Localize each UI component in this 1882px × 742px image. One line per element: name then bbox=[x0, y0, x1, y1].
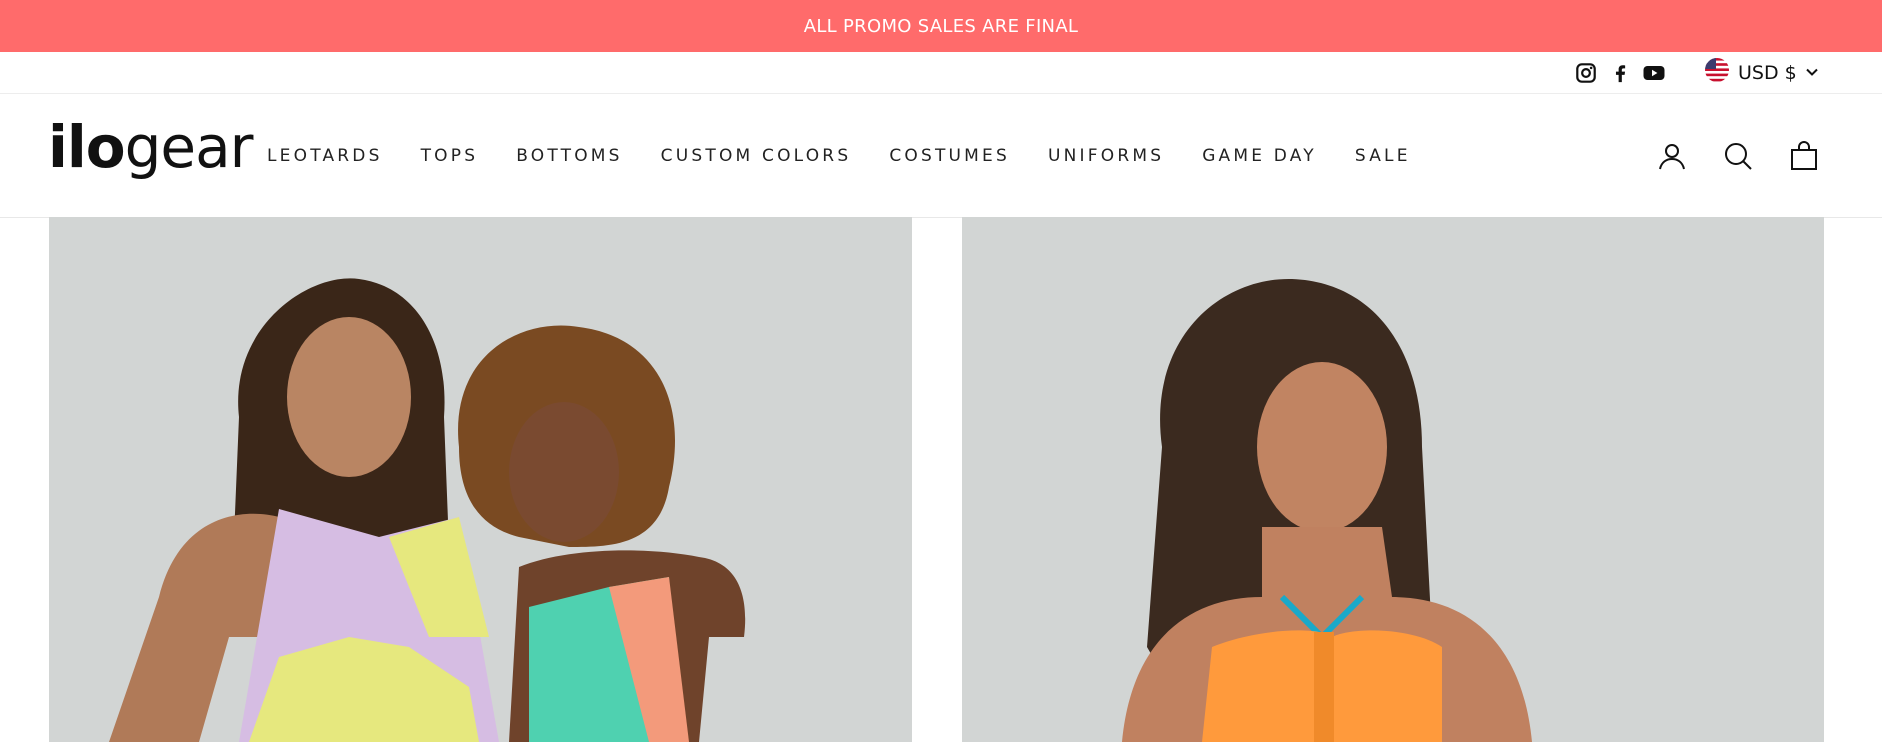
nav-item-costumes[interactable]: COSTUMES bbox=[889, 146, 1010, 166]
logo-part-ilo: ilo bbox=[48, 113, 126, 181]
main-nav: LEOTARDS TOPS BOTTOMS CUSTOM COLORS COST… bbox=[267, 94, 1411, 217]
nav-item-sale[interactable]: SALE bbox=[1355, 146, 1411, 166]
utility-bar: USD $ bbox=[0, 52, 1882, 94]
product-image-orange-halter[interactable] bbox=[962, 217, 1824, 742]
promo-banner: ALL PROMO SALES ARE FINAL bbox=[0, 0, 1882, 52]
product-grid bbox=[49, 217, 1824, 742]
instagram-icon[interactable] bbox=[1574, 61, 1598, 85]
nav-item-bottoms[interactable]: BOTTOMS bbox=[516, 146, 622, 166]
social-links bbox=[1574, 52, 1666, 93]
nav-item-uniforms[interactable]: UNIFORMS bbox=[1048, 146, 1164, 166]
us-flag-icon bbox=[1704, 57, 1730, 88]
logo-part-gear: gear bbox=[124, 113, 254, 181]
site-header: ilogear LEOTARDS TOPS BOTTOMS CUSTOM COL… bbox=[0, 94, 1882, 218]
account-icon[interactable] bbox=[1656, 140, 1688, 172]
cart-icon[interactable] bbox=[1788, 140, 1820, 172]
currency-selector[interactable]: USD $ bbox=[1704, 52, 1819, 93]
youtube-icon[interactable] bbox=[1642, 61, 1666, 85]
facebook-icon[interactable] bbox=[1608, 61, 1632, 85]
header-actions bbox=[1656, 94, 1820, 217]
site-logo[interactable]: ilogear bbox=[48, 118, 253, 176]
nav-item-leotards[interactable]: LEOTARDS bbox=[267, 146, 383, 166]
nav-item-game-day[interactable]: GAME DAY bbox=[1202, 146, 1317, 166]
promo-text: ALL PROMO SALES ARE FINAL bbox=[803, 15, 1079, 37]
product-image-colorblock-leotards[interactable] bbox=[49, 217, 912, 742]
nav-item-tops[interactable]: TOPS bbox=[421, 146, 479, 166]
nav-item-custom-colors[interactable]: CUSTOM COLORS bbox=[661, 146, 852, 166]
search-icon[interactable] bbox=[1722, 140, 1754, 172]
currency-label: USD $ bbox=[1738, 61, 1797, 84]
chevron-down-icon bbox=[1805, 62, 1819, 84]
